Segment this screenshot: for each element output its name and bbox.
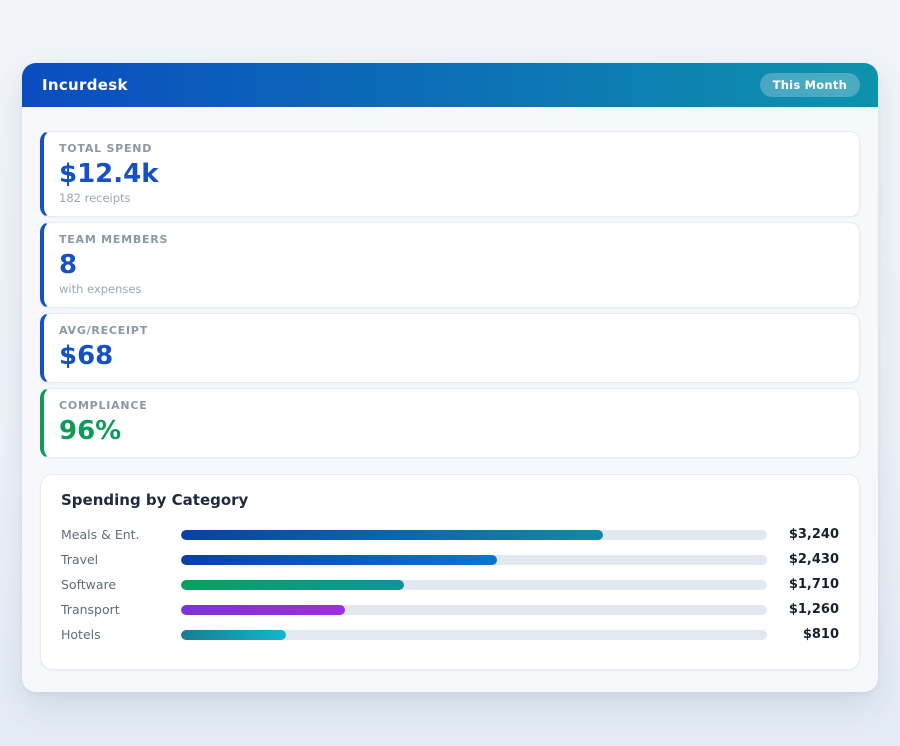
chart-row-value: $1,710: [767, 577, 839, 592]
stat-subtext: with expenses: [59, 282, 843, 297]
chart-row-value: $3,240: [767, 527, 839, 542]
stat-subtext: 182 receipts: [59, 191, 843, 206]
chart-row-label: Hotels: [61, 627, 181, 642]
app-title: Incurdesk: [42, 76, 128, 94]
chart-row-value: $810: [767, 627, 839, 642]
chart-bar-fill: [181, 630, 286, 640]
chart-row-value: $2,430: [767, 552, 839, 567]
chart-title: Spending by Category: [61, 491, 839, 509]
chart-bar-track: [181, 530, 767, 540]
stat-card: TEAM MEMBERS 8 with expenses: [40, 222, 860, 308]
chart-bar-fill: [181, 580, 404, 590]
chart-bar-track: [181, 555, 767, 565]
stat-label: COMPLIANCE: [59, 399, 843, 413]
chart-bar-fill: [181, 605, 345, 615]
stat-label: AVG/RECEIPT: [59, 324, 843, 338]
chart-bar-track: [181, 580, 767, 590]
chart-rows: Meals & Ent. $3,240 Travel $2,430 Softwa…: [61, 522, 839, 647]
stat-value: $68: [59, 340, 843, 372]
stats-list: TOTAL SPEND $12.4k 182 receipts TEAM MEM…: [40, 131, 860, 458]
chart-row-label: Software: [61, 577, 181, 592]
chart-bar-fill: [181, 530, 603, 540]
chart-row: Meals & Ent. $3,240: [61, 522, 839, 547]
chart-row-label: Transport: [61, 602, 181, 617]
chart-row: Software $1,710: [61, 572, 839, 597]
chart-bar-track: [181, 605, 767, 615]
stat-label: TEAM MEMBERS: [59, 233, 843, 247]
chart-row: Hotels $810: [61, 622, 839, 647]
chart-bar-track: [181, 630, 767, 640]
chart-row-label: Travel: [61, 552, 181, 567]
chart-row: Transport $1,260: [61, 597, 839, 622]
stat-value: $12.4k: [59, 158, 843, 190]
stat-card: AVG/RECEIPT $68: [40, 313, 860, 383]
chart-bar-fill: [181, 555, 497, 565]
stat-card: COMPLIANCE 96%: [40, 388, 860, 458]
dashboard-card: Incurdesk This Month TOTAL SPEND $12.4k …: [22, 63, 878, 692]
stat-value: 8: [59, 249, 843, 281]
chart-row: Travel $2,430: [61, 547, 839, 572]
app-header: Incurdesk This Month: [22, 63, 878, 107]
stat-value: 96%: [59, 415, 843, 447]
page: Incurdesk This Month TOTAL SPEND $12.4k …: [0, 0, 900, 746]
stat-card: TOTAL SPEND $12.4k 182 receipts: [40, 131, 860, 217]
period-badge[interactable]: This Month: [760, 73, 860, 97]
stat-label: TOTAL SPEND: [59, 142, 843, 156]
chart-row-value: $1,260: [767, 602, 839, 617]
chart-row-label: Meals & Ent.: [61, 527, 181, 542]
dashboard-body: TOTAL SPEND $12.4k 182 receipts TEAM MEM…: [22, 107, 878, 692]
spending-chart-card: Spending by Category Meals & Ent. $3,240…: [40, 474, 860, 670]
